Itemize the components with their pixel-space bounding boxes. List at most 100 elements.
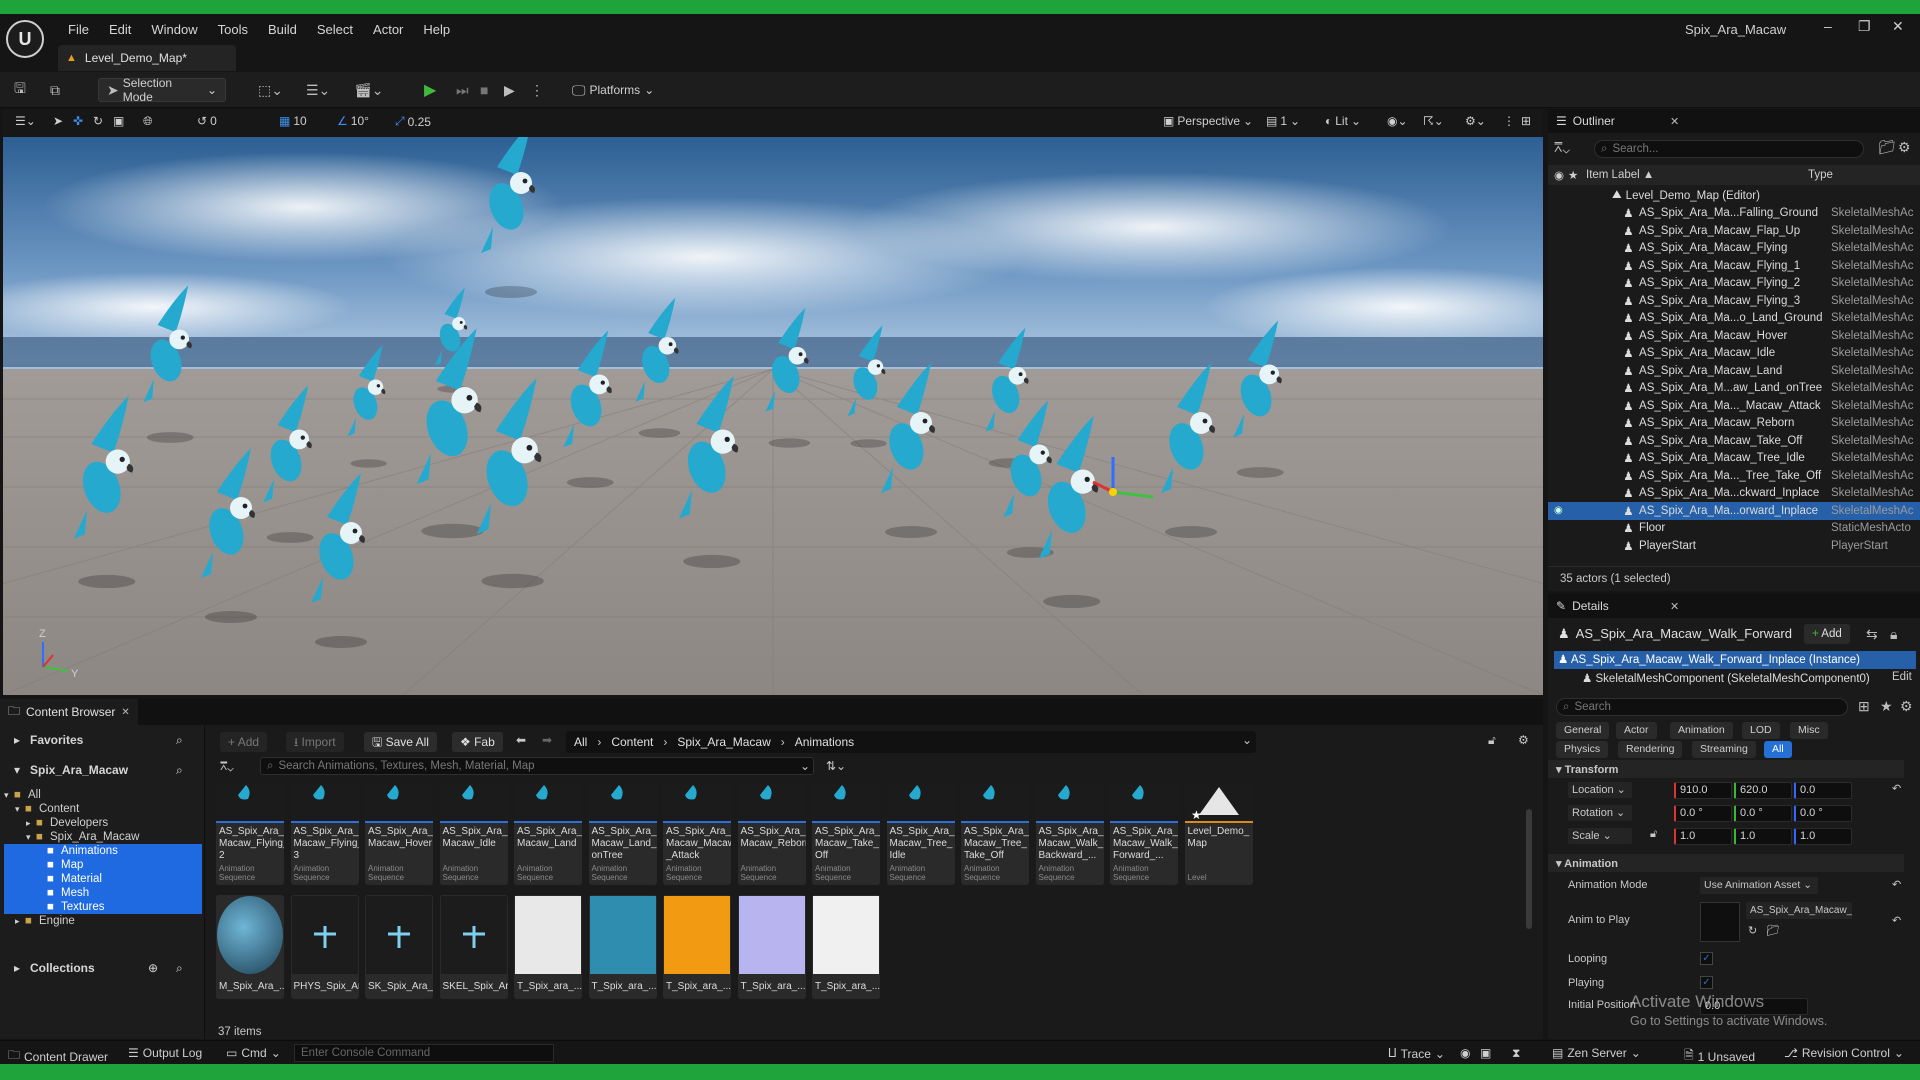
outliner-row[interactable]: ♟ AS_Spix_Ara_Macaw_Hover SkeletalMeshAc: [1548, 327, 1920, 345]
cinematics-icon[interactable]: 🎬︎⌄: [354, 78, 384, 102]
rotation-x-field[interactable]: 0.0 °: [1674, 805, 1732, 822]
outliner-row[interactable]: ♟ AS_Spix_Ara_Macaw_Land SkeletalMeshAc: [1548, 362, 1920, 380]
stop-icon[interactable]: ■: [480, 78, 488, 102]
folder-textures[interactable]: ■ Textures: [4, 900, 202, 914]
back-icon[interactable]: ⬅︎: [516, 733, 526, 747]
outliner-row[interactable]: ♟ AS_Spix_Ara_Macaw_Flap_Up SkeletalMeshAc: [1548, 222, 1920, 240]
scale-dropdown[interactable]: Scale ⌄: [1568, 828, 1632, 844]
rotation-dropdown[interactable]: Rotation ⌄: [1568, 805, 1632, 821]
item-label-column[interactable]: Item Label ▲: [1586, 169, 1808, 181]
search-history-icon[interactable]: ⌄: [800, 759, 810, 773]
collections-section[interactable]: ▸ Collections ⊕ ⌕: [0, 961, 204, 981]
outliner-row[interactable]: ♟ AS_Spix_Ara_Macaw_Reborn SkeletalMeshAc: [1548, 415, 1920, 433]
menu-tools[interactable]: Tools: [208, 20, 258, 39]
filter-chip-animation[interactable]: Animation: [1670, 722, 1733, 739]
filter-chip-rendering[interactable]: Rendering: [1618, 741, 1683, 758]
animation-section[interactable]: ▾ Animation: [1548, 854, 1904, 872]
launch-icon[interactable]: ▶︎: [504, 78, 515, 102]
sort-icon[interactable]: ⇅⌄: [826, 759, 846, 773]
filter-chip-actor[interactable]: Actor: [1616, 722, 1657, 739]
filter-chip-misc[interactable]: Misc: [1790, 722, 1828, 739]
add-folder-icon[interactable]: 📁︎: [1878, 139, 1896, 156]
folder-developers[interactable]: ▸ ■ Developers: [4, 816, 202, 830]
menu-select[interactable]: Select: [307, 20, 363, 39]
folder-animations[interactable]: ■ Animations: [4, 844, 202, 858]
filter-icon[interactable]: ⩞⌄: [220, 759, 234, 774]
screenshot-icon[interactable]: ▣: [1480, 1046, 1491, 1060]
location-dropdown[interactable]: Location ⌄: [1568, 782, 1632, 798]
menu-build[interactable]: Build: [258, 20, 307, 39]
hourglass-icon[interactable]: ⧗: [1512, 1046, 1520, 1061]
scale-snap[interactable]: ⤢ 0.25: [395, 114, 431, 129]
perspective-dropdown[interactable]: ▣ Perspective ⌄: [1163, 114, 1253, 128]
asset-tile[interactable]: SKEL_Spix_Ara...: [439, 895, 508, 999]
folder-all[interactable]: ▾ ■ All: [4, 788, 202, 802]
asset-tile[interactable]: ★ Level_Demo_ Map Level: [1184, 783, 1253, 885]
folder-engine[interactable]: ▸ ■ Engine: [4, 914, 202, 928]
breadcrumb-item[interactable]: All: [574, 735, 587, 749]
asset-tile[interactable]: AS_Spix_Ara_ Macaw_Reborn Animation Seque…: [737, 783, 806, 885]
outliner-row[interactable]: ♟ AS_Spix_Ara_Macaw_Flying SkeletalMeshAc: [1548, 240, 1920, 258]
anim-thumbnail[interactable]: [1700, 902, 1740, 942]
outliner-row[interactable]: ♟ AS_Spix_Ara_Macaw_Take_Off SkeletalMeshA…: [1548, 432, 1920, 450]
edit-link[interactable]: Edit: [1892, 671, 1912, 683]
tree-chevron-icon[interactable]: ▾: [15, 804, 25, 815]
search-icon[interactable]: ⌕: [176, 961, 183, 976]
menu-edit[interactable]: Edit: [99, 20, 141, 39]
asset-tile[interactable]: T_Spix_ara_...: [663, 895, 731, 999]
asset-tile[interactable]: AS_Spix_Ara_ Macaw_Tree_ Idle Animation S…: [886, 783, 955, 885]
breadcrumb-item[interactable]: Content: [611, 735, 653, 749]
outliner-row[interactable]: ♟ AS_Spix_Ara_M...aw_Land_onTree SkeletalM…: [1548, 380, 1920, 398]
asset-scrollbar[interactable]: [1526, 809, 1532, 929]
folder-mesh[interactable]: ■ Mesh: [4, 886, 202, 900]
location-y-field[interactable]: 620.0: [1734, 782, 1792, 799]
blueprint-icon[interactable]: ☰⌄: [306, 78, 330, 102]
content-browser-tab[interactable]: 🗀︎ Content Browser ✕: [0, 699, 138, 725]
outliner-row[interactable]: ♟ AS_Spix_Ara_Ma..._Macaw_Attack SkeletalM…: [1548, 397, 1920, 415]
outliner-row[interactable]: ♟ Floor StaticMeshActo: [1548, 520, 1920, 538]
select-tool-icon[interactable]: ➤: [53, 114, 63, 128]
content-drawer-button[interactable]: 🗀︎ Content Drawer: [8, 1046, 108, 1064]
folder-map[interactable]: ■ Map: [4, 858, 202, 872]
unreal-logo-icon[interactable]: U: [6, 20, 44, 58]
outliner-row[interactable]: ♟ AS_Spix_Ara_Macaw_Flying_3 SkeletalMeshA…: [1548, 292, 1920, 310]
step-icon[interactable]: ⏭: [456, 78, 469, 102]
asset-tile[interactable]: T_Spix_ara_...: [588, 895, 657, 999]
tree-chevron-icon[interactable]: ▾: [26, 832, 36, 843]
asset-tile[interactable]: AS_Spix_Ara_ Macaw_Land_ onTree Animation…: [588, 783, 657, 885]
settings-icon[interactable]: ⚙⌄: [1465, 114, 1486, 128]
outliner-row[interactable]: ◉ ♟ AS_Spix_Ara_Ma...orward_Inplace Skeleta…: [1548, 502, 1920, 520]
surface-snap[interactable]: ↺ 0: [197, 114, 217, 128]
filter-chip-all[interactable]: All: [1764, 741, 1792, 758]
scale-lock-icon[interactable]: 🔓︎: [1650, 828, 1657, 841]
breadcrumb-separator-icon[interactable]: ›: [663, 735, 667, 749]
outliner-row[interactable]: ♟ AS_Spix_Ara_Ma...o_Land_Ground SkeletalM…: [1548, 310, 1920, 328]
viewport-more-icon[interactable]: ⋮: [1503, 114, 1515, 128]
favorite-icon[interactable]: ★: [1880, 698, 1893, 715]
playing-checkbox[interactable]: ✓: [1700, 976, 1713, 989]
asset-tile[interactable]: AS_Spix_Ara_ Macaw_Take_ Off Animation Se…: [812, 783, 880, 885]
output-log-button[interactable]: ☰ Output Log: [128, 1046, 202, 1060]
breadcrumb-separator-icon[interactable]: ›: [781, 735, 785, 749]
outliner-search-input[interactable]: ⌕ Search...: [1594, 140, 1864, 158]
search-icon[interactable]: ⌕: [176, 733, 183, 748]
menu-actor[interactable]: Actor: [363, 20, 413, 39]
details-tab[interactable]: ✎ Details ✕: [1548, 594, 1920, 618]
viewport-scene[interactable]: Z Y: [3, 123, 1543, 695]
transform-section[interactable]: ▾ Transform: [1548, 760, 1904, 778]
zen-server-dropdown[interactable]: ▤ Zen Server ⌄: [1552, 1046, 1641, 1060]
platforms-dropdown[interactable]: 🖵︎ Platforms ⌄: [572, 78, 654, 102]
lock-icon[interactable]: 🔒︎: [1890, 626, 1897, 643]
search-icon[interactable]: ⌕: [176, 763, 183, 778]
asset-tile[interactable]: AS_Spix_Ara_ Macaw_Walk_ Forward_... Anim…: [1110, 783, 1178, 885]
asset-tile[interactable]: T_Spix_ara_...: [812, 895, 880, 999]
folder-material[interactable]: ■ Material: [4, 872, 202, 886]
visibility-icon[interactable]: ◉: [1554, 168, 1568, 182]
asset-tile[interactable]: T_Spix_ara_...: [514, 895, 582, 999]
settings-icon[interactable]: ⚙: [1898, 139, 1911, 156]
restore-icon[interactable]: ❐: [1858, 18, 1871, 35]
save-all-button[interactable]: 🖫︎ Save All: [364, 732, 437, 752]
settings-icon[interactable]: ⚙: [1900, 698, 1913, 715]
outliner-row[interactable]: ♟ AS_Spix_Ara_Macaw_Tree_Idle SkeletalMesh…: [1548, 450, 1920, 468]
filter-chip-streaming[interactable]: Streaming: [1692, 741, 1756, 758]
